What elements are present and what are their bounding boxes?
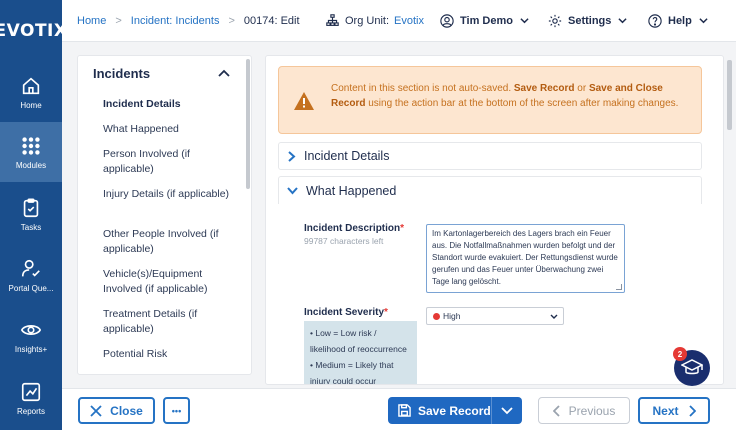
user-name: Tim Demo <box>460 14 513 27</box>
settings-label: Settings <box>568 14 612 27</box>
chevron-right-icon <box>688 404 696 417</box>
section-incident-details[interactable]: Incident Details <box>278 142 702 170</box>
chevron-right-icon: > <box>115 14 122 27</box>
chevron-down-icon <box>618 18 628 24</box>
gear-icon <box>548 14 562 27</box>
rail-item-home[interactable]: Home <box>0 62 62 122</box>
breadcrumb: Home > Incident: Incidents > 00174: Edit <box>77 15 300 27</box>
rail-item-label: Tasks <box>20 222 42 232</box>
chevron-right-icon <box>288 150 296 162</box>
rail-item-modules[interactable]: Modules <box>0 122 62 182</box>
section-what-happened[interactable]: What Happened <box>278 176 702 204</box>
nav-item-person-involved[interactable]: Person Involved (if applicable) <box>103 147 233 177</box>
more-actions-button[interactable]: ••• <box>163 397 190 424</box>
rail-item-label: Reports <box>16 406 45 416</box>
incident-severity-label: Incident Severity* <box>304 307 388 318</box>
home-icon <box>22 77 40 94</box>
help-line: • Low = Low risk / likelihood of reoccur… <box>310 328 407 354</box>
chevron-up-icon[interactable] <box>218 68 230 78</box>
rail-item-label: Insights+ <box>14 344 48 354</box>
nav-item-vehicles[interactable]: Vehicle(s)/Equipment Involved (if applic… <box>103 267 233 297</box>
close-button[interactable]: Close <box>78 397 155 424</box>
chevron-down-icon <box>550 314 558 319</box>
previous-button[interactable]: Previous <box>538 397 630 424</box>
rail-item-label: Portal Que... <box>8 283 54 293</box>
chevron-down-icon[interactable] <box>501 407 513 415</box>
rail-item-portal-queue[interactable]: Portal Que... <box>0 245 62 305</box>
help-menu[interactable]: Help <box>648 13 714 28</box>
breadcrumb-current: 00174: Edit <box>243 14 300 27</box>
rail-item-tasks[interactable]: Tasks <box>0 184 62 244</box>
breadcrumb-incidents[interactable]: Incident: Incidents <box>131 15 220 27</box>
user-circle-icon <box>440 13 454 28</box>
nav-item-other-people[interactable]: Other People Involved (if applicable) <box>103 227 233 257</box>
chevron-right-icon: > <box>228 14 235 27</box>
breadcrumb-home[interactable]: Home <box>77 15 106 27</box>
user-menu[interactable]: Tim Demo <box>440 13 535 28</box>
chevron-down-icon <box>287 187 298 195</box>
nav-item-injury-details[interactable]: Injury Details (if applicable) <box>103 187 233 202</box>
org-chart-icon <box>326 14 339 26</box>
org-unit-value[interactable]: Evotix <box>394 15 424 27</box>
next-button[interactable]: Next <box>638 397 710 424</box>
nav-item-incident-details[interactable]: Incident Details <box>103 97 233 112</box>
notification-badge: 2 <box>673 347 687 361</box>
section-title: What Happened <box>306 183 397 198</box>
chevron-down-icon <box>520 18 529 24</box>
org-unit-selector[interactable]: Org Unit: Evotix <box>326 14 424 27</box>
settings-menu[interactable]: Settings <box>548 14 633 28</box>
nav-item-treatment[interactable]: Treatment Details (if applicable) <box>103 307 233 337</box>
chevron-left-icon <box>552 404 560 417</box>
help-line: • Medium = Likely that injury could occu… <box>310 360 394 385</box>
severity-help-box: • Low = Low risk / likelihood of reoccur… <box>304 321 417 385</box>
autosave-warning: Content in this section is not auto-save… <box>278 66 702 134</box>
org-unit-label: Org Unit: <box>345 14 390 27</box>
form-panel: Content in this section is not auto-save… <box>265 55 724 385</box>
incident-description-field[interactable]: Im Kartonlagerbereich des Lagers brach e… <box>426 224 625 293</box>
rail-item-label: Home <box>20 100 42 110</box>
save-record-button[interactable]: Save Record <box>388 397 522 424</box>
close-icon <box>90 404 102 417</box>
grid-icon <box>22 136 40 155</box>
severity-value: High <box>443 311 461 321</box>
save-icon <box>398 404 411 417</box>
severity-dot <box>433 312 440 320</box>
side-rail: EVOTIX Home Modules Tasks Portal Que... … <box>0 0 67 430</box>
eye-icon <box>20 324 42 335</box>
warning-icon <box>294 92 314 110</box>
top-bar: Home > Incident: Incidents > 00174: Edit… <box>62 0 736 42</box>
action-bar: Close ••• Save Record Previous Next <box>62 388 736 430</box>
section-title: Incident Details <box>304 149 390 163</box>
character-counter: 99787 characters left <box>304 236 384 246</box>
section-nav: Incidents Incident Details What Happened… <box>77 55 252 375</box>
incident-severity-select[interactable]: High <box>426 307 564 325</box>
warning-text: Content in this section is not auto-save… <box>331 83 679 109</box>
graduation-cap-icon <box>681 359 703 375</box>
nav-scrollbar[interactable] <box>246 59 250 189</box>
incident-description-label: Incident Description* <box>304 223 405 234</box>
chevron-down-icon <box>699 18 708 24</box>
question-circle-icon <box>648 13 662 28</box>
split-divider <box>491 397 492 424</box>
page-scrollbar[interactable] <box>727 60 732 130</box>
nav-title: Incidents <box>93 66 151 81</box>
rail-item-reports[interactable]: Reports <box>0 368 62 428</box>
chart-icon <box>21 382 41 401</box>
rail-item-label: Modules <box>15 160 47 170</box>
help-label: Help <box>668 14 692 27</box>
clipboard-icon <box>23 197 39 217</box>
app-logo[interactable]: EVOTIX <box>0 0 67 62</box>
resize-handle[interactable] <box>616 284 622 290</box>
nav-item-what-happened[interactable]: What Happened <box>103 122 233 137</box>
rail-item-insights[interactable]: Insights+ <box>0 306 62 366</box>
nav-item-potential-risk[interactable]: Potential Risk <box>103 347 233 362</box>
person-check-icon <box>21 259 40 277</box>
